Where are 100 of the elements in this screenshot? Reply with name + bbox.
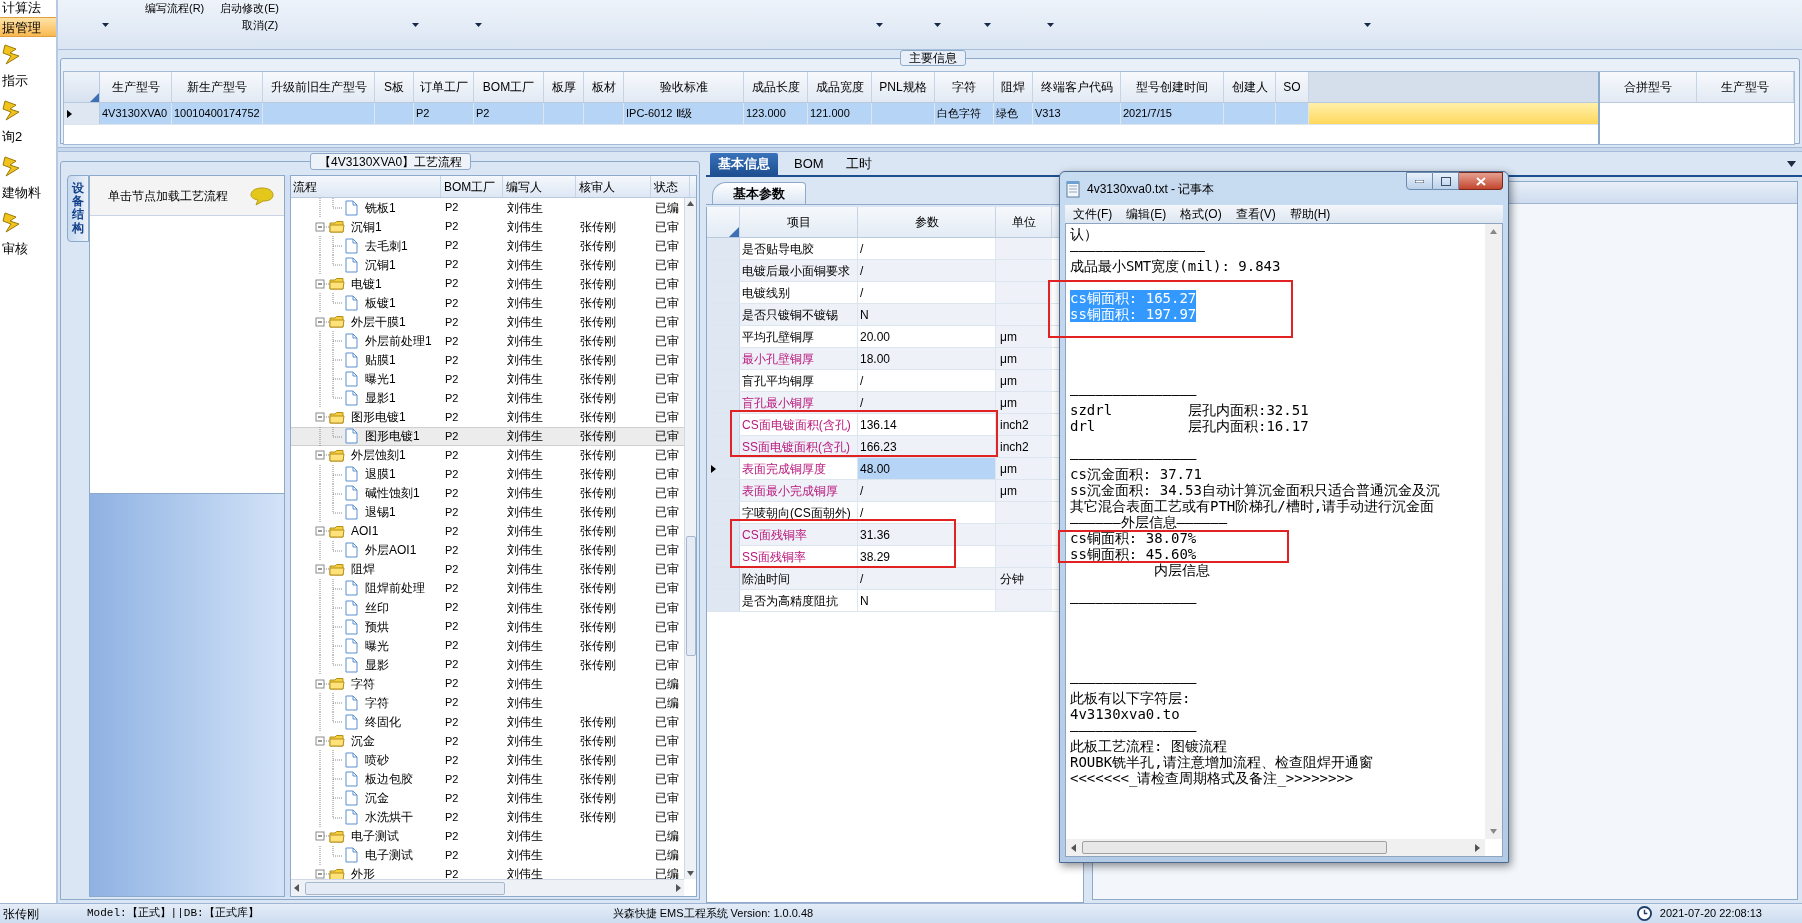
collapse-icon[interactable] [315,831,329,842]
tree-row[interactable]: 沉金 P2 刘伟生 张传刚 已审 [291,731,684,751]
column-header[interactable]: 项目 [740,207,858,237]
tree-row[interactable]: 板边包胶 P2 刘伟生 张传刚 已审 [291,769,684,789]
tree-label[interactable]: 去毛刺1 [365,236,408,255]
tree-row[interactable]: 板镀1 P2 刘伟生 张传刚 已审 [291,293,684,313]
tree-row[interactable]: 沉金 P2 刘伟生 张传刚 已审 [291,788,684,808]
collapse-icon[interactable] [315,316,329,327]
column-header[interactable]: 编写人 [503,176,576,197]
tree-row[interactable]: AOI1 P2 刘伟生 张传刚 已审 [291,521,684,541]
tree-label[interactable]: 显影1 [365,389,396,407]
tree-row[interactable]: 喷砂 P2 刘伟生 张传刚 已审 [291,750,684,770]
column-header[interactable]: 阻焊 [994,72,1033,102]
column-header[interactable]: 成品长度 [744,72,808,102]
tree-row[interactable]: 退膜1 P2 刘伟生 张传刚 已审 [291,464,684,484]
column-header[interactable]: 核审人 [576,176,651,197]
tree-label[interactable]: 板边包胶 [365,769,413,788]
sidebar-item[interactable]: 询2 [2,127,56,147]
tree-row[interactable]: 沉铜1 P2 刘伟生 张传刚 已审 [291,255,684,275]
dropdown-caret-icon[interactable] [1787,160,1796,167]
tree-row[interactable]: 预烘 P2 刘伟生 张传刚 已审 [291,617,684,637]
column-header[interactable]: 型号创建时间 [1121,72,1224,102]
column-header[interactable]: 板材 [584,72,624,102]
collapse-icon[interactable] [315,735,329,746]
dropdown-caret-icon[interactable] [876,23,884,27]
tree-label[interactable]: 电子测试 [351,827,399,846]
column-header[interactable]: PNL规格 [872,72,935,102]
collapse-icon[interactable] [315,869,329,879]
scroll-down-icon[interactable] [1490,829,1497,834]
column-header[interactable]: 生产型号 [1697,72,1794,102]
collapse-icon[interactable] [315,678,329,689]
column-header[interactable]: BOM工厂 [474,72,544,102]
tree-row[interactable]: 阻焊前处理 P2 刘伟生 张传刚 已审 [291,578,684,598]
column-header[interactable]: 订单工厂 [414,72,474,102]
tree-label[interactable]: AOI1 [351,522,379,541]
tree-row[interactable]: 电子测试 P2 刘伟生 已编 [291,845,684,865]
dropdown-caret-icon[interactable] [1364,23,1372,27]
ribbon-button[interactable]: 编写流程(R) [145,0,205,17]
collapse-icon[interactable] [315,221,329,232]
tree-label[interactable]: 外层AOI1 [365,541,417,560]
tree-row[interactable]: 显影 P2 刘伟生 张传刚 已审 [291,655,684,675]
column-header[interactable]: 参数 [858,207,996,237]
tree-label[interactable]: 阻焊 [351,560,375,579]
horizontal-scrollbar[interactable] [291,879,684,896]
vertical-tab[interactable]: 设备结构 [67,175,89,242]
menu-item[interactable]: 编辑(E) [1126,205,1167,223]
tree-label[interactable]: 铣板1 [365,198,396,217]
column-header[interactable]: 板厚 [544,72,584,102]
tree-label[interactable]: 阻焊前处理 [365,579,425,598]
tree-label[interactable]: 图形电镀1 [351,408,406,427]
tree-label[interactable]: 外层蚀刻1 [351,446,406,465]
column-header[interactable]: 创建人 [1224,72,1276,102]
tree-label[interactable]: 图形电镀1 [365,427,420,446]
tree-row[interactable]: 外层干膜1 P2 刘伟生 张传刚 已审 [291,312,684,332]
tree-row[interactable]: 水洗烘干 P2 刘伟生 张传刚 已审 [291,807,684,827]
tree-row[interactable]: 外层蚀刻1 P2 刘伟生 张传刚 已审 [291,445,684,465]
maximize-button[interactable] [1433,172,1459,190]
tree-row[interactable]: 外层前处理1 P2 刘伟生 张传刚 已审 [291,331,684,351]
scroll-up-icon[interactable] [687,201,694,206]
tab[interactable]: 工时 [839,153,878,175]
tree-label[interactable]: 电镀1 [351,274,382,293]
tree-row[interactable]: 丝印 P2 刘伟生 张传刚 已审 [291,598,684,618]
scroll-left-icon[interactable] [294,884,299,892]
dropdown-caret-icon[interactable] [412,23,420,27]
sidebar-item[interactable]: 据管理 [0,17,56,37]
tree-row[interactable]: 贴膜1 P2 刘伟生 张传刚 已审 [291,350,684,370]
vertical-scrollbar[interactable] [684,198,696,879]
tree-row[interactable]: 去毛刺1 P2 刘伟生 张传刚 已审 [291,236,684,256]
horizontal-scrollbar[interactable] [1066,839,1485,856]
tree-row[interactable]: 终固化 P2 刘伟生 张传刚 已审 [291,712,684,732]
lightning-icon[interactable] [2,211,22,233]
tree-row[interactable]: 曝光1 P2 刘伟生 张传刚 已审 [291,369,684,389]
tree-label[interactable]: 显影 [365,655,389,674]
column-header[interactable]: 合拼型号 [1600,72,1697,102]
dropdown-caret-icon[interactable] [475,23,483,27]
tree-row[interactable]: 电镀1 P2 刘伟生 张传刚 已审 [291,274,684,294]
column-header[interactable]: 新生产型号 [172,72,263,102]
tree-label[interactable]: 喷砂 [365,750,389,769]
tree-row[interactable]: 沉铜1 P2 刘伟生 张传刚 已审 [291,217,684,237]
column-header[interactable]: SO [1276,72,1309,102]
scroll-thumb[interactable] [685,536,696,656]
tree-row[interactable]: 外层AOI1 P2 刘伟生 张传刚 已审 [291,540,684,560]
tree-row[interactable]: 曝光 P2 刘伟生 张传刚 已审 [291,636,684,656]
subtab[interactable]: 基本参数 [712,182,806,204]
vertical-scrollbar[interactable] [1485,224,1502,839]
dropdown-caret-icon[interactable] [102,23,109,27]
sidebar-item[interactable]: 计算法 [0,0,56,17]
menu-item[interactable]: 查看(V) [1235,205,1276,223]
column-header[interactable]: 终端客户代码 [1033,72,1121,102]
column-header[interactable]: 单位 [996,207,1052,237]
tree-label[interactable]: 字符 [365,693,389,712]
column-header[interactable]: S板 [375,72,414,102]
scroll-left-icon[interactable] [1071,843,1076,852]
scroll-down-icon[interactable] [687,871,694,876]
scroll-up-icon[interactable] [1490,229,1497,234]
scroll-right-icon[interactable] [676,884,681,892]
scroll-thumb[interactable] [305,881,505,895]
lightning-icon[interactable] [2,43,22,65]
row-header[interactable] [64,103,100,124]
menu-item[interactable]: 帮助(H) [1289,205,1331,223]
